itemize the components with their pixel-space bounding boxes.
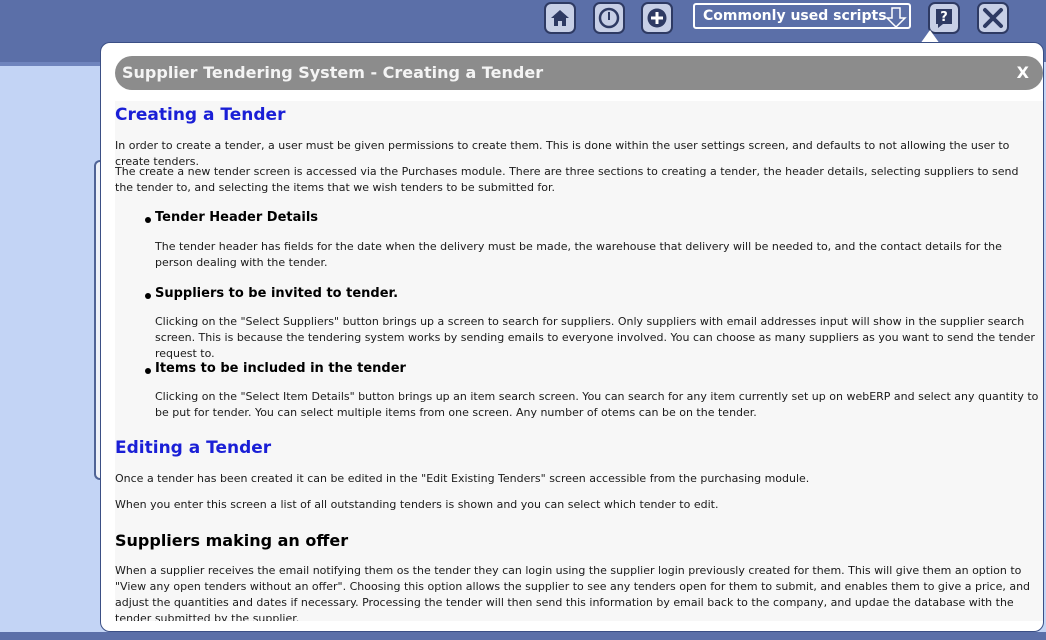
close-icon (983, 8, 1003, 28)
bullet-icon (145, 368, 151, 374)
section-text-items: Clicking on the "Select Item Details" bu… (155, 390, 1039, 419)
svg-text:?: ? (940, 10, 948, 25)
arrow-down-icon (885, 7, 907, 28)
dashboard-button[interactable] (593, 2, 625, 34)
bullet-icon (145, 293, 151, 299)
section-title-items: Items to be included in the tender (155, 361, 406, 376)
editing-paragraph-1: Once a tender has been created it can be… (115, 472, 810, 485)
close-window-button[interactable] (977, 2, 1009, 34)
dialog-header: Supplier Tendering System - Creating a T… (115, 56, 1043, 90)
scripts-select-label: Commonly used scripts (703, 8, 887, 24)
background-stripe (0, 62, 100, 66)
section-title-header-details: Tender Header Details (155, 210, 319, 225)
help-dialog: Supplier Tendering System - Creating a T… (100, 42, 1044, 632)
creating-tender-heading: Creating a Tender (115, 105, 286, 125)
home-button[interactable] (544, 2, 576, 34)
section-text-header-details: The tender header has fields for the dat… (155, 240, 1002, 269)
section-title-suppliers: Suppliers to be invited to tender. (155, 286, 399, 301)
suppliers-offer-heading: Suppliers making an offer (115, 531, 349, 550)
creating-paragraph-2: The create a new tender screen is access… (115, 165, 1019, 194)
editing-paragraph-2: When you enter this screen a list of all… (115, 498, 719, 511)
help-icon: ? (936, 9, 952, 28)
dashboard-icon (598, 7, 620, 29)
add-button[interactable] (641, 2, 673, 34)
bottom-bar (0, 632, 1046, 640)
offer-paragraph-1: When a supplier receives the email notif… (115, 564, 1031, 621)
commonly-used-scripts-select[interactable]: Commonly used scripts (693, 3, 911, 29)
help-content: Creating a Tender In order to create a t… (115, 101, 1043, 621)
section-text-suppliers: Clicking on the "Select Suppliers" butto… (155, 315, 1035, 360)
dialog-close-button[interactable]: X (1017, 63, 1029, 82)
home-icon (551, 10, 569, 26)
editing-tender-heading: Editing a Tender (115, 438, 272, 458)
add-icon (647, 8, 667, 28)
bullet-icon (145, 217, 151, 223)
dialog-title: Supplier Tendering System - Creating a T… (122, 63, 544, 82)
